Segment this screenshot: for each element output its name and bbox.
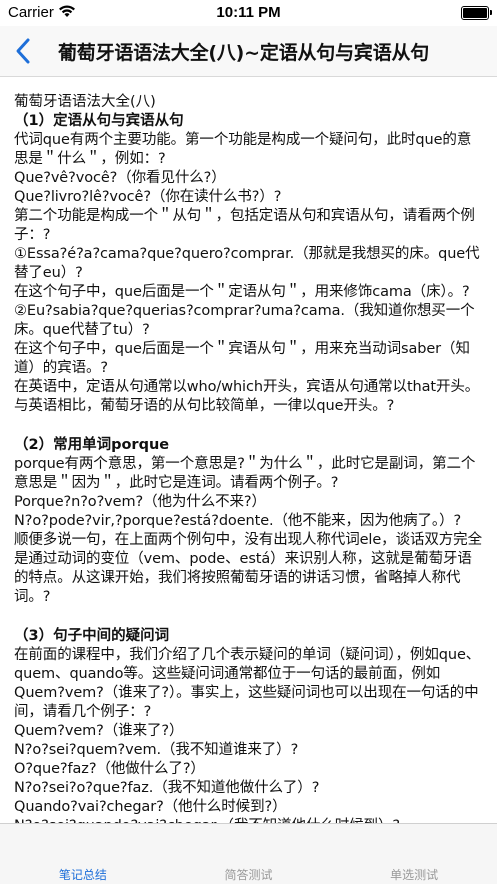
paragraph: 代词que有两个主要功能。第一个功能是构成一个疑问句，此时que的意思是＂什么＂… bbox=[14, 132, 472, 167]
article-title: 葡萄牙语语法大全(八) bbox=[14, 94, 156, 110]
paragraph: 在英语中，定语从句通常以who/which开头，宾语从句通常以that开头。与英… bbox=[14, 379, 480, 414]
paragraph: 顺便多说一句，在上面两个例句中，没有出现人称代词ele，谈话双方完全是通过动词的… bbox=[14, 532, 482, 605]
paragraph: ②Eu?sabia?que?querias?comprar?uma?cama.（… bbox=[14, 303, 475, 338]
article-content[interactable]: 葡萄牙语语法大全(八) （1）定语从句与宾语从句代词que有两个主要功能。第一个… bbox=[0, 77, 497, 823]
page-title: 葡萄牙语语法大全(八)~定语从句与宾语从句 bbox=[58, 42, 430, 64]
article-sections: （1）定语从句与宾语从句代词que有两个主要功能。第一个功能是构成一个疑问句，此… bbox=[14, 112, 483, 823]
tab-single-choice-test[interactable]: 单选测试 bbox=[331, 824, 497, 884]
paragraph: Porque?n?o?vem?（他为什么不来?） bbox=[14, 494, 266, 510]
paragraph: Quando?vai?chegar?（他什么时候到?） bbox=[14, 799, 287, 815]
paragraph: Quem?vem?（谁来了?） bbox=[14, 723, 184, 739]
paragraph: Que?livro?lê?você?（你在读什么书?）? bbox=[14, 189, 282, 205]
paragraph: 在这个句子中，que后面是一个＂宾语从句＂，用来充当动词saber（知道）的宾语… bbox=[14, 341, 470, 376]
paragraph: 第二个功能是构成一个＂从句＂，包括定语从句和宾语从句，请看两个例子：? bbox=[14, 208, 475, 243]
back-chevron-icon[interactable] bbox=[12, 36, 36, 66]
section-heading: （2）常用单词porque bbox=[14, 437, 170, 453]
article-section: （2）常用单词porque porque有两个意思，第一个意思是?＂为什么＂，此时… bbox=[14, 436, 483, 607]
tab-bar: 笔记总结 简答测试 单选测试 bbox=[0, 823, 497, 884]
tab-notes-summary[interactable]: 笔记总结 bbox=[0, 824, 166, 884]
paragraph: 在这个句子中，que后面是一个＂定语从句＂，用来修饰cama（床）。? bbox=[14, 284, 470, 300]
article-section: （1）定语从句与宾语从句代词que有两个主要功能。第一个功能是构成一个疑问句，此… bbox=[14, 112, 483, 416]
tab-short-answer-test[interactable]: 简答测试 bbox=[166, 824, 332, 884]
section-heading: （3）句子中间的疑问词 bbox=[14, 628, 170, 644]
battery-icon bbox=[461, 6, 492, 20]
status-bar: Carrier 10:11 PM bbox=[0, 0, 497, 26]
status-time: 10:11 PM bbox=[216, 4, 281, 21]
paragraph: ①Essa?é?a?cama?que?quero?comprar.（那就是我想买… bbox=[14, 246, 480, 281]
navigation-bar: 葡萄牙语语法大全(八)~定语从句与宾语从句 bbox=[0, 26, 497, 77]
paragraph: O?que?faz?（他做什么了?） bbox=[14, 761, 205, 777]
paragraph: N?o?sei?o?que?faz.（我不知道他做什么了）? bbox=[14, 780, 320, 796]
paragraph: N?o?pode?vir,?porque?está?doente.（他不能来，因… bbox=[14, 513, 462, 529]
article-section: （3）句子中间的疑问词在前面的课程中，我们介绍了几个表示疑问的单词（疑问词），例… bbox=[14, 627, 483, 823]
paragraph: 在前面的课程中，我们介绍了几个表示疑问的单词（疑问词），例如que、quem、q… bbox=[14, 647, 481, 720]
section-heading: （1）定语从句与宾语从句 bbox=[14, 113, 184, 129]
paragraph: porque有两个意思，第一个意思是?＂为什么＂，此时它是副词，第二个意思是＂因… bbox=[14, 456, 476, 491]
paragraph: Que?vê?você?（你看见什么?） bbox=[14, 170, 226, 186]
paragraph: N?o?sei?quem?vem.（我不知道谁来了）? bbox=[14, 742, 299, 758]
